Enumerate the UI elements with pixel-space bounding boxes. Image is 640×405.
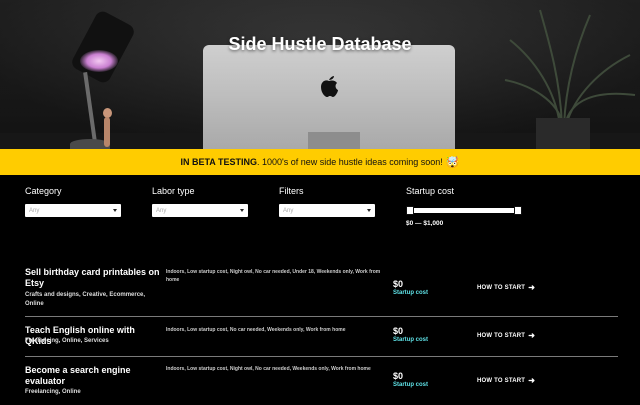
filters-filter-label: Filters	[279, 186, 304, 196]
filters-select[interactable]: Any	[279, 204, 375, 217]
labor-type-select[interactable]: Any	[152, 204, 248, 217]
wooden-figure-icon	[100, 108, 114, 148]
filter-bar: Category Any Labor type Any Filters Any …	[25, 186, 625, 231]
hustle-title[interactable]: Sell birthday card printables on Etsy	[25, 267, 163, 289]
how-to-start-button[interactable]: HOW TO START ➜	[477, 283, 535, 292]
category-select[interactable]: Any	[25, 204, 121, 217]
page-title: Side Hustle Database	[228, 34, 412, 54]
hero-banner: Side Hustle Database	[0, 0, 640, 149]
slider-min-handle[interactable]	[406, 206, 414, 215]
how-to-start-button[interactable]: HOW TO START ➜	[477, 376, 535, 385]
hustle-tags: Indoors, Low startup cost, No car needed…	[166, 327, 346, 333]
how-to-start-label: HOW TO START	[477, 332, 526, 339]
arrow-right-icon: ➜	[528, 283, 536, 292]
startup-cost-filter: Startup cost $0 — $1,000	[406, 186, 546, 227]
beta-banner: IN BETA TESTING. 1000's of new side hust…	[0, 149, 640, 175]
chevron-down-icon	[367, 209, 371, 212]
hustle-categories: Freelancing, Online	[25, 389, 81, 395]
slider-track[interactable]	[406, 208, 522, 213]
startup-cost-range: $0 — $1,000	[406, 220, 444, 227]
startup-cost-label: Startup cost	[406, 186, 455, 196]
filters-select-value: Any	[283, 207, 294, 214]
hustle-categories: Crafts and designs, Creative, Ecommerce,…	[25, 292, 146, 307]
category-filter-label: Category	[25, 186, 62, 196]
plant-icon	[504, 9, 636, 125]
hustle-categories: Freelancing, Online, Services	[25, 338, 109, 344]
beta-label: IN BETA TESTING	[180, 157, 257, 167]
how-to-start-label: HOW TO START	[477, 284, 526, 291]
labor-type-select-value: Any	[156, 207, 167, 214]
hustle-cost: $0	[393, 371, 404, 381]
hustle-cost-label: Startup cost	[393, 290, 429, 296]
chevron-down-icon	[113, 209, 117, 212]
slider-max-handle[interactable]	[514, 206, 522, 215]
plant-pot	[536, 118, 590, 149]
arrow-right-icon: ➜	[528, 331, 536, 340]
chevron-down-icon	[240, 209, 244, 212]
hustle-cost: $0	[393, 326, 404, 336]
hustle-cost-label: Startup cost	[393, 382, 429, 388]
startup-cost-slider[interactable]	[406, 206, 522, 215]
hustle-tags: Indoors, Low startup cost, Night owl, No…	[166, 366, 371, 372]
row-divider	[25, 356, 618, 357]
labor-type-filter: Labor type Any	[152, 186, 248, 217]
category-filter: Category Any	[25, 186, 121, 217]
hustle-list: Sell birthday card printables on Etsy Cr…	[25, 265, 618, 405]
filters-filter: Filters Any	[279, 186, 375, 217]
how-to-start-button[interactable]: HOW TO START ➜	[477, 331, 535, 340]
monitor-stand	[308, 132, 360, 149]
apple-logo-icon	[321, 76, 338, 97]
category-select-value: Any	[29, 207, 40, 214]
labor-type-filter-label: Labor type	[152, 186, 195, 196]
mind-blown-emoji-icon: 🤯	[445, 156, 460, 169]
beta-message: . 1000's of new side hustle ideas coming…	[256, 157, 443, 167]
how-to-start-label: HOW TO START	[477, 377, 526, 384]
hustle-title[interactable]: Become a search engine evaluator	[25, 365, 163, 387]
hustle-tags: Indoors, Low startup cost, Night owl, No…	[166, 269, 381, 283]
hustle-cost-label: Startup cost	[393, 337, 429, 343]
arrow-right-icon: ➜	[528, 376, 536, 385]
row-divider	[25, 316, 618, 317]
hustle-cost: $0	[393, 279, 404, 289]
